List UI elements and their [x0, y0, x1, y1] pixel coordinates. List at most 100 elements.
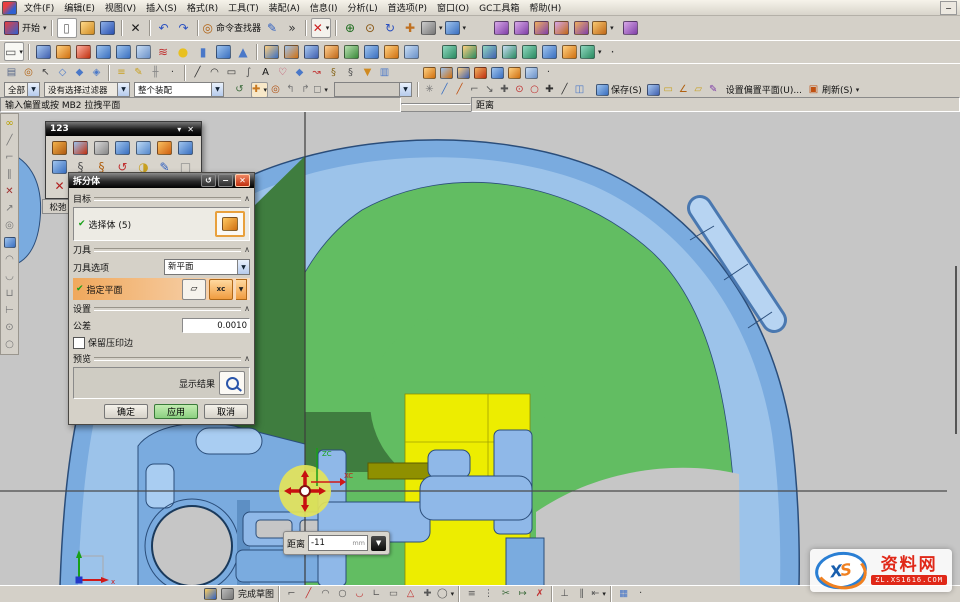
- pal-extrude[interactable]: [92, 138, 111, 157]
- split-body-dialog[interactable]: 拆分体 ↺ − ✕ 目标 ∧ ✔ 选择体 (5) 刀具 ∧ 刀具选项 新平面 ▼…: [68, 172, 255, 425]
- offset-face-button[interactable]: [402, 43, 420, 60]
- menu-insert[interactable]: 插入(S): [141, 0, 182, 15]
- dot-1[interactable]: ·: [165, 66, 180, 80]
- sk-fillet-button[interactable]: ∟: [369, 587, 384, 600]
- menu-edit[interactable]: 编辑(E): [59, 0, 100, 15]
- section-preview[interactable]: 预览 ∧: [73, 352, 250, 365]
- angle-button[interactable]: ∠: [676, 83, 691, 97]
- sk-polygon-button[interactable]: △: [403, 587, 418, 600]
- strip-trim[interactable]: ⌐: [3, 149, 17, 166]
- section-tool[interactable]: 刀具 ∧: [73, 243, 250, 256]
- mold-curve-2[interactable]: [439, 66, 454, 80]
- chevron-down-icon[interactable]: ▾: [856, 86, 860, 94]
- mirror-button[interactable]: [322, 43, 340, 60]
- cancel-button[interactable]: 取消: [204, 404, 248, 419]
- csys-plane-button[interactable]: xc: [209, 279, 233, 300]
- select-body-button[interactable]: [215, 211, 245, 237]
- chevron-down-icon[interactable]: ▼: [27, 83, 39, 96]
- distance-dropdown-button[interactable]: ▼: [371, 536, 386, 551]
- strip-block[interactable]: [3, 234, 17, 251]
- pocket-3[interactable]: [480, 43, 498, 60]
- strip-circles[interactable]: ◎: [3, 217, 17, 234]
- sheet-button[interactable]: ▱: [691, 83, 706, 97]
- palette-title-bar[interactable]: 123 ▾ ✕: [46, 122, 201, 136]
- trim-body-button[interactable]: [342, 43, 360, 60]
- save-plane-button[interactable]: 保存(S): [610, 83, 642, 97]
- distance-input-box[interactable]: 距离 -11 mm ▼: [283, 531, 390, 555]
- mold-curve-5[interactable]: [490, 66, 505, 80]
- snap-endpoint-button[interactable]: ╱: [437, 83, 452, 97]
- view-cube-button[interactable]: [595, 83, 610, 97]
- menu-gc-toolbox[interactable]: GC工具箱: [474, 0, 524, 15]
- sk-ellipse-button[interactable]: ◯▾: [437, 587, 454, 600]
- book-button[interactable]: ▥: [377, 66, 392, 80]
- sketch-pencil-button[interactable]: ✎: [131, 66, 146, 80]
- mold-curve-3[interactable]: [456, 66, 471, 80]
- finish-sketch-label[interactable]: 完成草图: [237, 587, 274, 600]
- sketch-swatch-icon[interactable]: [220, 587, 235, 600]
- strip-tee[interactable]: ⊢: [3, 302, 17, 319]
- chevron-down-icon[interactable]: ▾: [610, 24, 614, 32]
- datum-plane-button[interactable]: [262, 43, 280, 60]
- dialog-title-bar[interactable]: 拆分体 ↺ − ✕: [69, 173, 254, 188]
- snap-cross-button[interactable]: ✚: [497, 83, 512, 97]
- chevron-down-icon[interactable]: ▾: [602, 590, 606, 598]
- wand-button[interactable]: ✎: [706, 83, 721, 97]
- snap-diamond-2[interactable]: ◆: [72, 66, 87, 80]
- dot-3[interactable]: ·: [633, 587, 648, 600]
- refresh-button[interactable]: 刷新(S)▾: [821, 83, 859, 97]
- revolve-button[interactable]: [74, 43, 92, 60]
- flip-plane-button[interactable]: [646, 83, 661, 97]
- chevron-down-icon[interactable]: ▼: [237, 260, 249, 274]
- boss-button[interactable]: [134, 43, 152, 60]
- mold-tool-7[interactable]: [622, 19, 640, 37]
- shaded-view-button[interactable]: ▾: [445, 19, 467, 37]
- window-minimize-button[interactable]: −: [940, 1, 957, 15]
- chevron-down-icon[interactable]: ▼: [117, 83, 129, 96]
- mold-tool-1[interactable]: [492, 19, 510, 37]
- offset-plane-button[interactable]: 设置偏置平面(U)...: [725, 83, 802, 97]
- prev-selection-button[interactable]: ↰: [283, 83, 298, 97]
- sk-circle-button[interactable]: ○: [335, 587, 350, 600]
- command-finder-button[interactable]: ◎命令查找器: [203, 19, 262, 37]
- chevron-down-icon[interactable]: ▾: [324, 86, 328, 94]
- chevron-down-icon[interactable]: ▼: [211, 83, 223, 96]
- pocket-6[interactable]: [540, 43, 558, 60]
- strip-link[interactable]: ∞: [3, 115, 17, 132]
- strip-parallel[interactable]: ∥: [3, 166, 17, 183]
- unite-button[interactable]: [282, 43, 300, 60]
- face-rule-combo[interactable]: ▼: [334, 82, 412, 97]
- zoom-fit-button[interactable]: ⊕: [341, 19, 359, 37]
- pocket-5[interactable]: [520, 43, 538, 60]
- text-button[interactable]: A: [258, 66, 273, 80]
- menu-help[interactable]: 帮助(H): [524, 0, 566, 15]
- sk-dimension-button[interactable]: ⇤▾: [591, 587, 606, 600]
- plane-options-dropdown[interactable]: ▼: [236, 279, 247, 300]
- selection-filter-combo[interactable]: 没有选择过滤器▼: [44, 82, 130, 97]
- menu-window[interactable]: 窗口(O): [432, 0, 474, 15]
- tolerance-input[interactable]: 0.0010: [182, 318, 250, 333]
- curve-button[interactable]: ↝: [309, 66, 324, 80]
- chevron-down-icon[interactable]: ▾: [439, 24, 443, 32]
- pal-x[interactable]: ✕: [50, 177, 69, 196]
- mold-curve-1[interactable]: [422, 66, 437, 80]
- pal-boolean[interactable]: [71, 138, 90, 157]
- pocket-4[interactable]: [500, 43, 518, 60]
- chevron-down-icon[interactable]: ▾: [19, 48, 23, 56]
- mold-curve-7[interactable]: [524, 66, 539, 80]
- keep-imprint-checkbox[interactable]: [73, 337, 85, 349]
- sk-arc-button[interactable]: ◠: [318, 587, 333, 600]
- tool-option-combo[interactable]: 新平面 ▼: [164, 259, 250, 275]
- snap-midpoint-button[interactable]: ╱: [452, 83, 467, 97]
- cube-button[interactable]: [214, 43, 232, 60]
- sk-trim-button[interactable]: ✂: [498, 587, 513, 600]
- strip-cross[interactable]: ✕: [3, 183, 17, 200]
- keep-imprint-row[interactable]: 保留压印边: [73, 336, 250, 349]
- new-file-button[interactable]: ▯: [57, 18, 77, 38]
- sketch-button[interactable]: ▭▾: [4, 42, 24, 61]
- finish-flag-icon[interactable]: [203, 587, 218, 600]
- chevron-down-icon[interactable]: ▾: [451, 590, 455, 598]
- extrude-button[interactable]: [54, 43, 72, 60]
- collapse-arrow-icon[interactable]: ∧: [244, 304, 250, 313]
- sk-line-button[interactable]: ╱: [301, 587, 316, 600]
